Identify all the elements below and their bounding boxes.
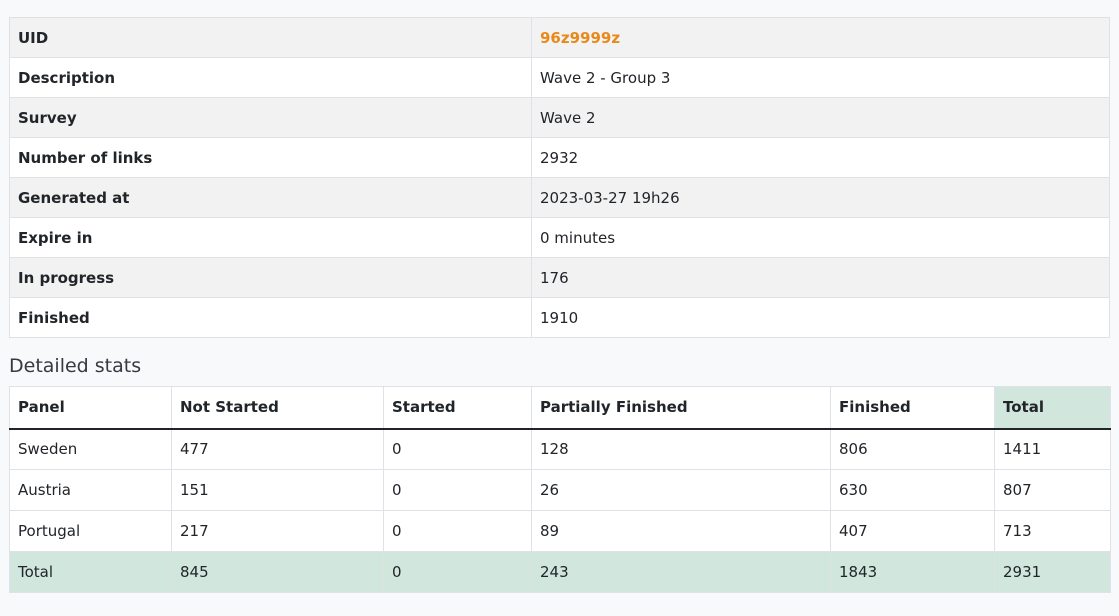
finished-cell: 1843 (830, 551, 995, 593)
total-cell: 713 (994, 510, 1111, 552)
table-row: Sweden 477 0 128 806 1411 (9, 428, 1111, 470)
info-row-description: Description Wave 2 - Group 3 (9, 57, 1110, 98)
info-row-finished: Finished 1910 (9, 297, 1110, 338)
started-cell: 0 (383, 551, 532, 593)
info-row-uid: UID 96z9999z (9, 17, 1110, 58)
info-value: Wave 2 (531, 97, 1110, 138)
not-started-cell: 845 (171, 551, 384, 593)
info-label: Survey (9, 97, 532, 138)
table-row: Portugal 217 0 89 407 713 (9, 510, 1111, 552)
partially-finished-cell: 128 (531, 428, 831, 470)
partially-finished-cell: 89 (531, 510, 831, 552)
table-row: Austria 151 0 26 630 807 (9, 469, 1111, 511)
info-value: 176 (531, 257, 1110, 298)
finished-cell: 806 (830, 428, 995, 470)
info-value: Wave 2 - Group 3 (531, 57, 1110, 98)
info-value: 1910 (531, 297, 1110, 338)
total-row: Total 845 0 243 1843 2931 (9, 551, 1111, 593)
panel-cell: Portugal (9, 510, 172, 552)
content: UID 96z9999z Description Wave 2 - Group … (9, 17, 1111, 593)
started-cell: 0 (383, 469, 532, 511)
not-started-cell: 477 (171, 428, 384, 470)
info-label: Expire in (9, 217, 532, 258)
finished-cell: 630 (830, 469, 995, 511)
info-row-generated-at: Generated at 2023-03-27 19h26 (9, 177, 1110, 218)
panel-cell: Austria (9, 469, 172, 511)
link-info-table: UID 96z9999z Description Wave 2 - Group … (9, 17, 1110, 338)
info-row-survey: Survey Wave 2 (9, 97, 1110, 138)
uid-link[interactable]: 96z9999z (540, 29, 620, 47)
info-label: Finished (9, 297, 532, 338)
column-header-finished: Finished (830, 386, 995, 430)
panel-cell: Total (9, 551, 172, 593)
info-row-in-progress: In progress 176 (9, 257, 1110, 298)
info-label: Description (9, 57, 532, 98)
info-label: UID (9, 17, 532, 58)
info-label: Generated at (9, 177, 532, 218)
info-label: Number of links (9, 137, 532, 178)
partially-finished-cell: 243 (531, 551, 831, 593)
info-value: 96z9999z (531, 17, 1110, 58)
total-cell: 1411 (994, 428, 1111, 470)
total-cell: 807 (994, 469, 1111, 511)
started-cell: 0 (383, 510, 532, 552)
column-header-panel: Panel (9, 386, 172, 430)
started-cell: 0 (383, 428, 532, 470)
column-header-started: Started (383, 386, 532, 430)
partially-finished-cell: 26 (531, 469, 831, 511)
detailed-stats-heading: Detailed stats (9, 355, 142, 377)
column-header-not-started: Not Started (171, 386, 384, 430)
info-value: 2023-03-27 19h26 (531, 177, 1110, 218)
not-started-cell: 151 (171, 469, 384, 511)
info-row-expire-in: Expire in 0 minutes (9, 217, 1110, 258)
total-cell: 2931 (994, 551, 1111, 593)
info-value: 0 minutes (531, 217, 1110, 258)
info-label: In progress (9, 257, 532, 298)
stats-header-row: Panel Not Started Started Partially Fini… (9, 386, 1111, 430)
column-header-partially-finished: Partially Finished (531, 386, 831, 430)
column-header-total: Total (994, 386, 1111, 430)
info-row-number-of-links: Number of links 2932 (9, 137, 1110, 178)
finished-cell: 407 (830, 510, 995, 552)
panel-cell: Sweden (9, 428, 172, 470)
not-started-cell: 217 (171, 510, 384, 552)
detailed-stats-table: Panel Not Started Started Partially Fini… (9, 386, 1111, 593)
info-value: 2932 (531, 137, 1110, 178)
